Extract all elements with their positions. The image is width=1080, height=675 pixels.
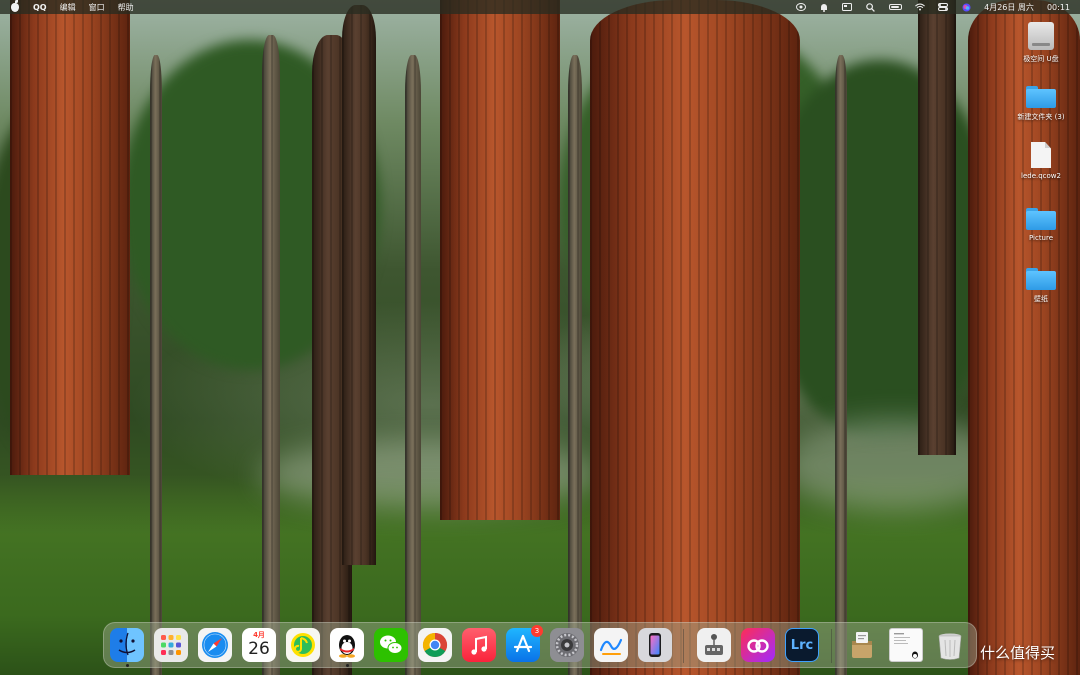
- network-app-icon[interactable]: [697, 628, 731, 662]
- app-store-icon[interactable]: 3: [506, 625, 543, 662]
- creative-cloud-icon[interactable]: [741, 628, 775, 662]
- desktop-item-picture[interactable]: Picture: [1002, 206, 1080, 242]
- drive-icon: [1028, 22, 1054, 50]
- lightroom-classic-icon[interactable]: Lrc: [785, 628, 819, 662]
- music-icon[interactable]: [462, 628, 496, 662]
- desktop-item-wallpaper[interactable]: 壁纸: [1002, 266, 1080, 304]
- tree-trunk: [568, 55, 582, 675]
- search-icon[interactable]: [865, 2, 875, 12]
- chrome-icon[interactable]: [418, 628, 452, 662]
- tree-trunk: [342, 5, 376, 565]
- iphone-mirroring-icon[interactable]: [638, 628, 672, 662]
- system-settings-icon[interactable]: [550, 628, 584, 662]
- qq-music-icon[interactable]: [286, 628, 320, 662]
- qq-icon[interactable]: [330, 628, 364, 667]
- wifi-icon[interactable]: [915, 3, 926, 11]
- app-store-badge: 3: [531, 625, 543, 637]
- control-center-icon[interactable]: [938, 3, 949, 11]
- tree-trunk: [835, 55, 847, 675]
- sequoia-trunk: [440, 0, 560, 520]
- display-icon[interactable]: [842, 3, 853, 11]
- calendar-icon[interactable]: 4月 26: [242, 628, 276, 662]
- apple-icon[interactable]: [10, 0, 20, 12]
- tree-trunk: [405, 55, 421, 675]
- folder-icon: [1026, 206, 1056, 230]
- wechat-icon[interactable]: [374, 628, 408, 662]
- menu-date[interactable]: 4月26日 周六: [984, 2, 1034, 13]
- screenshot-thumb-icon[interactable]: [889, 628, 923, 662]
- desktop-item-new-folder[interactable]: 新建文件夹 (3): [1002, 84, 1080, 122]
- desktop-item-label: 新建文件夹 (3): [1017, 113, 1065, 121]
- desktop-item-label: Picture: [1028, 234, 1054, 242]
- tree-trunk: [150, 55, 162, 675]
- folder-icon: [1026, 266, 1056, 290]
- desktop-item-lede[interactable]: lede.qcow2: [1002, 142, 1080, 180]
- finder-icon[interactable]: [110, 628, 144, 667]
- freeform-icon[interactable]: [594, 628, 628, 662]
- battery-icon[interactable]: [888, 3, 902, 11]
- safari-icon[interactable]: [198, 628, 232, 662]
- tree-trunk: [918, 0, 956, 455]
- folder-icon: [1026, 84, 1056, 108]
- dock-separator: [683, 629, 684, 663]
- installer-icon[interactable]: [845, 628, 879, 662]
- qq-status-icon[interactable]: [796, 3, 807, 11]
- desktop-item-drive[interactable]: 极空间 U盘: [1002, 22, 1080, 64]
- launchpad-icon[interactable]: [154, 628, 188, 662]
- desktop-wallpaper: [0, 0, 1080, 675]
- desktop-item-label: 极空间 U盘: [1023, 55, 1059, 63]
- document-icon: [1031, 142, 1051, 168]
- calendar-day: 26: [248, 639, 270, 659]
- dock: 4月 26 3 Lrc: [103, 622, 977, 668]
- menu-edit[interactable]: 编辑: [60, 2, 76, 13]
- sequoia-trunk: [590, 0, 800, 675]
- notification-icon[interactable]: [819, 3, 829, 12]
- dock-separator: [831, 629, 832, 663]
- siri-icon[interactable]: [961, 3, 971, 11]
- menu-help[interactable]: 帮助: [118, 2, 134, 13]
- menu-window[interactable]: 窗口: [89, 2, 105, 13]
- sequoia-trunk: [10, 0, 130, 475]
- trash-icon[interactable]: [933, 628, 967, 662]
- menu-app-name[interactable]: QQ: [33, 3, 47, 12]
- menu-bar: QQ 编辑 窗口 帮助 4月26日 周六 00:11: [0, 0, 1080, 14]
- desktop-item-label: lede.qcow2: [1021, 172, 1061, 180]
- menu-time[interactable]: 00:11: [1047, 3, 1070, 12]
- tree-trunk: [262, 35, 280, 675]
- watermark: 什么值得买: [980, 644, 1056, 662]
- lightroom-label: Lrc: [790, 637, 814, 653]
- desktop-item-label: 壁纸: [1034, 295, 1048, 303]
